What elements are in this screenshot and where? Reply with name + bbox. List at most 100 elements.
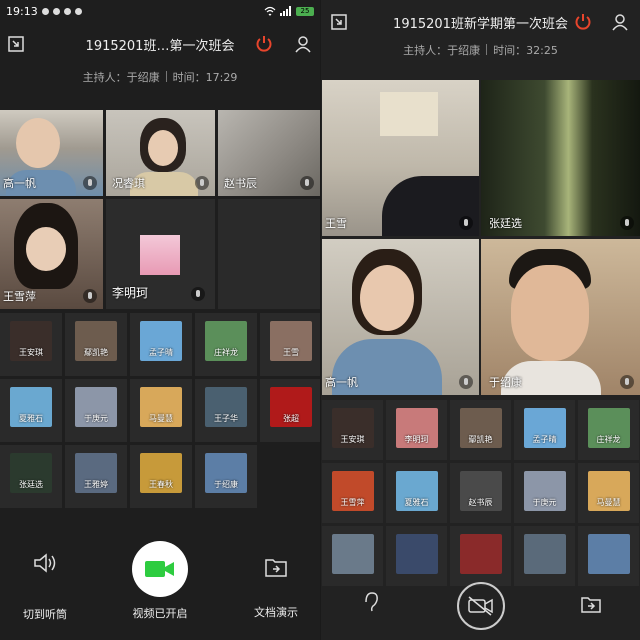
mic-icon	[191, 287, 205, 301]
participant-cell[interactable]: 于绍康	[195, 445, 257, 508]
power-icon	[575, 14, 591, 30]
participant-name: 王雪萍	[3, 290, 36, 303]
video-off-icon	[468, 596, 493, 616]
right-phone-screen: 1915201班新学期第一次班会 主持人：于绍康 时间：32:25 王雪 张廷选 …	[321, 0, 640, 640]
meeting-header: 1915201班…第一次班会	[0, 29, 320, 59]
participant-cell[interactable]: 鄢凯艳	[65, 313, 127, 376]
participant-name: 于绍康	[214, 480, 238, 489]
participant-cell[interactable]: 张廷选	[0, 445, 62, 508]
participant-cell[interactable]: 夏雅石	[0, 379, 62, 442]
participant-cell[interactable]: 庄祥龙	[578, 400, 639, 460]
document-share-button[interactable]: 文档演示	[240, 556, 312, 620]
video-camera-icon	[145, 561, 174, 577]
left-phone-screen: 19:13 25 1915201班…第一次班会 主持人：于绍康时间：17:29	[0, 0, 320, 640]
participant-name: 赵书辰	[224, 177, 257, 190]
participant-name: 张廷选	[489, 217, 522, 230]
participants-button[interactable]	[294, 34, 314, 54]
participant-cell[interactable]	[514, 526, 575, 586]
minimize-icon	[8, 36, 24, 52]
bookshelf	[380, 92, 438, 136]
notification-icon	[74, 7, 82, 15]
mic-icon	[459, 216, 473, 230]
mic-icon	[620, 375, 634, 389]
participant-cell[interactable]: 王春秋	[130, 445, 192, 508]
meeting-info: 主持人：于绍康 时间：17:29	[0, 69, 320, 87]
participant-cell[interactable]	[450, 526, 511, 586]
participant-cell[interactable]: 马曼慧	[578, 463, 639, 523]
participant-name: 王子华	[214, 414, 238, 423]
participant-cell[interactable]: 王安琪	[0, 313, 62, 376]
host-label: 主持人：于绍康	[82, 71, 160, 84]
ear-icon	[365, 592, 378, 612]
participant-cell[interactable]: 于庚元	[514, 463, 575, 523]
video-tile[interactable]: 王雪萍	[0, 199, 103, 309]
avatar-tile[interactable]: 李明珂	[106, 199, 215, 309]
participant-avatar	[523, 534, 566, 574]
participant-name: 马曼慧	[596, 498, 621, 507]
video-tile[interactable]: 张廷选	[481, 80, 640, 236]
participant-cell[interactable]: 鄢凯艳	[450, 400, 511, 460]
switch-earpiece-button[interactable]: 切到听筒	[10, 552, 80, 622]
control-label: 文档演示	[254, 606, 298, 619]
minimize-window-button[interactable]	[6, 34, 26, 54]
mic-icon	[83, 176, 97, 190]
participant-cell[interactable]: 张超	[260, 379, 320, 442]
video-tile[interactable]: 赵书辰	[218, 110, 320, 196]
end-meeting-button[interactable]	[573, 12, 593, 32]
participant-cell[interactable]: 于庚元	[65, 379, 127, 442]
share-screen-icon	[265, 559, 287, 577]
participant-cell[interactable]: 孟子晴	[130, 313, 192, 376]
empty-tile	[218, 199, 320, 309]
participant-name: 鄢凯艳	[468, 435, 493, 444]
person-silhouette	[511, 265, 589, 361]
status-bar: 19:13 25	[0, 0, 320, 22]
participant-name: 庄祥龙	[596, 435, 621, 444]
participant-avatar	[331, 534, 374, 574]
participants-button[interactable]	[611, 12, 631, 32]
control-label: 切到听筒	[23, 608, 67, 621]
participant-cell[interactable]: 赵书辰	[450, 463, 511, 523]
participant-avatar	[459, 534, 502, 574]
participant-cell[interactable]	[578, 526, 639, 586]
participant-cell[interactable]	[322, 526, 383, 586]
end-meeting-button[interactable]	[254, 34, 274, 54]
video-toggle-circle	[132, 541, 188, 597]
host-label: 主持人：于绍康	[403, 44, 481, 57]
video-tile[interactable]: 高一帆	[322, 239, 479, 395]
participant-name: 李明珂	[112, 286, 149, 300]
video-toggle-button[interactable]	[455, 582, 507, 630]
participant-cell[interactable]: 王子华	[195, 379, 257, 442]
video-feed	[481, 80, 640, 236]
document-share-button[interactable]	[576, 594, 606, 618]
participant-cell[interactable]: 王安琪	[322, 400, 383, 460]
notification-icon	[63, 7, 71, 15]
participant-cell[interactable]	[386, 526, 447, 586]
video-tile[interactable]: 王雪	[322, 80, 479, 236]
video-toggle-button[interactable]: 视频已开启	[130, 541, 190, 621]
members-icon	[295, 36, 311, 53]
participant-cell[interactable]: 王雪	[260, 313, 320, 376]
participant-cell[interactable]: 王雪萍	[322, 463, 383, 523]
minimize-window-button[interactable]	[329, 12, 349, 32]
participant-cell[interactable]: 夏雅石	[386, 463, 447, 523]
meeting-title: 1915201班…第一次班会	[85, 38, 235, 54]
participant-cell[interactable]: 李明珂	[386, 400, 447, 460]
participant-cell[interactable]: 马曼慧	[130, 379, 192, 442]
switch-earpiece-button[interactable]	[351, 590, 391, 616]
speaker-icon	[34, 553, 56, 573]
mic-icon	[195, 176, 209, 190]
participant-name: 马曼慧	[149, 414, 173, 423]
video-tile[interactable]: 况睿琪	[106, 110, 215, 196]
participant-name: 孟子晴	[149, 348, 173, 357]
video-tile[interactable]: 于绍康	[481, 239, 640, 395]
duration-label: 时间：32:25	[493, 44, 558, 57]
participant-cell[interactable]: 孟子晴	[514, 400, 575, 460]
video-tile[interactable]: 高一帆	[0, 110, 103, 196]
avatar	[140, 235, 180, 275]
participant-cell[interactable]: 庄祥龙	[195, 313, 257, 376]
participant-cell[interactable]: 王雅婷	[65, 445, 127, 508]
person-silhouette	[148, 130, 178, 166]
power-icon	[256, 36, 272, 52]
person-silhouette	[16, 118, 60, 168]
participant-name: 于庚元	[84, 414, 108, 423]
